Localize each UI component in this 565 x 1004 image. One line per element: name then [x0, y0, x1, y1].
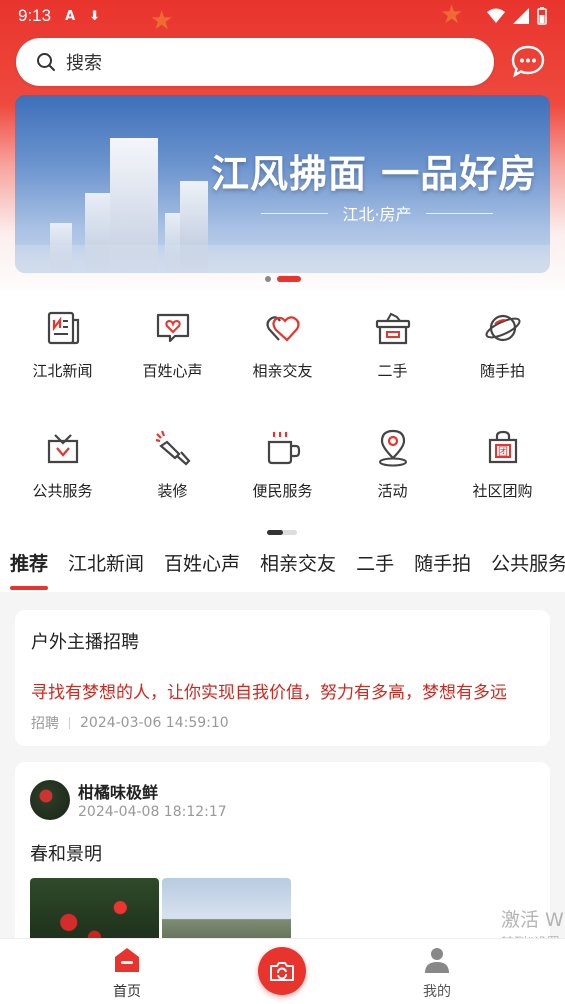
category-grid: 江北新闻 百姓心声 相亲交友 二手 随手拍 公共服务 装修 便民服务 活动 团 …: [0, 290, 565, 542]
grid-item-jiangbei-news[interactable]: 江北新闻: [6, 290, 119, 400]
grid-item-label: 活动: [377, 482, 408, 500]
grid-item-snapshot[interactable]: 随手拍: [446, 290, 559, 400]
tab-jiangbei-news[interactable]: 江北新闻: [58, 542, 154, 592]
post-meta: 招聘 2024-03-06 14:59:10: [31, 713, 229, 733]
grid-item-convenience[interactable]: 便民服务: [226, 410, 339, 520]
shopping-bag-icon: 团: [488, 430, 517, 464]
font-icon: A: [65, 8, 76, 24]
grid-item-activity[interactable]: 活动: [336, 410, 449, 520]
double-heart-icon: [265, 316, 300, 342]
avatar[interactable]: [30, 780, 70, 820]
search-placeholder: 搜索: [66, 53, 102, 74]
grid-item-group-buy[interactable]: 团 社区团购: [446, 410, 559, 520]
grid-item-label: 公共服务: [32, 482, 93, 500]
promo-banner[interactable]: 江风拂面 一品好房 江北·房产: [15, 95, 550, 273]
signal-icon: [513, 8, 529, 24]
box-icon: [375, 312, 410, 345]
post-tag: 招聘: [31, 716, 59, 732]
user-icon: [425, 948, 449, 973]
banner-subtitle: 江北·房产: [247, 201, 507, 225]
grid-item-public-service[interactable]: 公共服务: [6, 410, 119, 520]
wifi-icon: [487, 8, 505, 23]
divider: [69, 717, 70, 729]
nav-mine[interactable]: 我的: [387, 945, 487, 1001]
tab-public-voice[interactable]: 百姓心声: [154, 542, 250, 592]
camera-button[interactable]: [258, 947, 306, 995]
tab-second-hand[interactable]: 二手: [346, 542, 404, 592]
category-tabs: 推荐 江北新闻 百姓心声 相亲交友 二手 随手拍 公共服务: [0, 542, 565, 592]
message-button[interactable]: [506, 40, 550, 84]
search-icon: [37, 53, 55, 71]
planet-icon: [484, 314, 521, 342]
post-time: 2024-04-08 18:12:17: [78, 804, 227, 820]
search-bar[interactable]: 搜索: [16, 38, 494, 86]
status-bar: 9:13 A ⬇: [0, 0, 565, 32]
tab-recommended[interactable]: 推荐: [0, 542, 58, 592]
nav-label: 首页: [113, 984, 141, 1000]
battery-icon: [537, 7, 547, 25]
chat-bubble-icon: [511, 45, 545, 78]
post-text: 春和景明: [30, 844, 102, 865]
grid-item-second-hand[interactable]: 二手: [336, 290, 449, 400]
nav-label: 我的: [423, 984, 451, 1000]
status-time: 9:13: [18, 6, 52, 25]
bottom-navigation: 首页 我的: [0, 938, 565, 1004]
ground-haze: [15, 245, 550, 273]
download-icon: ⬇: [89, 8, 101, 24]
post-title: 户外主播招聘: [31, 632, 139, 653]
grid-item-decoration[interactable]: 装修: [116, 410, 229, 520]
grid-item-public-voice[interactable]: 百姓心声: [116, 290, 229, 400]
grid-item-label: 相亲交友: [252, 362, 313, 380]
carousel-dot[interactable]: [264, 276, 271, 282]
gift-bag-icon: [47, 434, 78, 464]
app-screen: ★ ★ 9:13 A ⬇ 搜索 江风拂面 一品好房 江北·房产 江北新闻 百姓心…: [0, 0, 565, 1004]
grid-page-indicator: [267, 530, 297, 535]
post-description: 寻找有梦想的人，让你实现自我价值，努力有多高，梦想有多远: [31, 683, 507, 703]
nav-home[interactable]: 首页: [77, 945, 177, 1001]
post-time: 2024-03-06 14:59:10: [80, 715, 229, 731]
svg-text:团: 团: [498, 446, 508, 458]
post-card[interactable]: 柑橘味极鲜 2024-04-08 18:12:17 春和景明: [15, 762, 550, 952]
grid-item-label: 装修: [157, 482, 188, 500]
newspaper-icon: [47, 311, 79, 345]
carousel-indicator: [0, 276, 565, 282]
heart-message-icon: [156, 313, 189, 343]
location-pin-icon: [378, 429, 407, 467]
home-icon: [115, 948, 139, 972]
grid-item-label: 江北新闻: [32, 362, 93, 380]
grid-item-dating[interactable]: 相亲交友: [226, 290, 339, 400]
tab-snapshot[interactable]: 随手拍: [404, 542, 481, 592]
carousel-dot-active[interactable]: [276, 276, 301, 282]
tab-public-service[interactable]: 公共服务: [481, 542, 565, 592]
grid-item-label: 社区团购: [472, 482, 533, 500]
camera-icon: [270, 962, 294, 981]
post-author[interactable]: 柑橘味极鲜: [78, 779, 158, 803]
watermark-line: 激活 W: [501, 909, 564, 931]
banner-title: 江风拂面 一品好房: [211, 151, 538, 196]
grid-item-label: 随手拍: [479, 362, 525, 380]
grid-item-label: 便民服务: [252, 482, 313, 500]
paint-brush-icon: [155, 430, 191, 466]
grid-item-label: 二手: [377, 362, 408, 380]
tab-dating[interactable]: 相亲交友: [250, 542, 346, 592]
post-card[interactable]: 户外主播招聘 寻找有梦想的人，让你实现自我价值，努力有多高，梦想有多远 招聘 2…: [15, 610, 550, 746]
cup-icon: [267, 432, 300, 465]
grid-item-label: 百姓心声: [142, 362, 203, 380]
